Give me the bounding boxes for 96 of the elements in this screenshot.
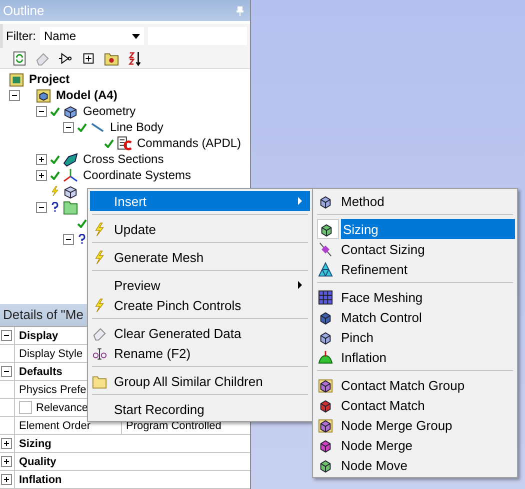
property-name: Physics Prefe xyxy=(19,384,86,396)
filter-dropdown[interactable]: Name xyxy=(40,27,144,46)
menu-item[interactable]: Face Meshing xyxy=(315,287,515,307)
contact-sizing-icon xyxy=(318,242,333,256)
sort-icon[interactable] xyxy=(127,50,142,66)
menu-item[interactable]: Pinch xyxy=(315,327,515,347)
question-icon xyxy=(77,234,87,244)
group-heading: Display xyxy=(19,330,58,342)
menu-item[interactable]: Insert xyxy=(90,191,310,211)
eraser-icon[interactable] xyxy=(35,50,50,66)
expand-toggle[interactable] xyxy=(0,474,12,485)
cube-icon xyxy=(318,194,333,208)
property-name: Relevance xyxy=(36,402,88,414)
submenu-arrow-icon xyxy=(298,281,302,289)
model-icon xyxy=(36,88,51,103)
cube-icon xyxy=(318,438,333,452)
check-icon xyxy=(77,218,87,228)
tree-item[interactable]: Project xyxy=(29,72,70,86)
tree-item[interactable]: Geometry xyxy=(83,104,136,118)
property-name: Display Style xyxy=(19,348,83,360)
check-icon xyxy=(50,170,60,180)
tree-item[interactable]: Model (A4) xyxy=(56,88,118,102)
cube-icon xyxy=(319,222,334,236)
group-heading: Inflation xyxy=(19,474,62,486)
menu-item[interactable]: Update xyxy=(90,219,310,239)
tree-item[interactable]: Cross Sections xyxy=(83,152,164,166)
cube-icon xyxy=(318,330,333,344)
panel-title: Details of "Me xyxy=(3,307,84,322)
tree-item[interactable]: Coordinate Systems xyxy=(83,168,192,182)
folder-icon xyxy=(92,374,107,388)
refresh-icon[interactable] xyxy=(12,50,27,66)
check-icon xyxy=(50,106,60,116)
menu-item[interactable]: Preview xyxy=(90,275,310,295)
collapse-toggle[interactable] xyxy=(63,122,74,133)
menu-item[interactable]: Contact Match xyxy=(315,395,515,415)
tree-item[interactable]: Line Body xyxy=(110,120,164,134)
cube-icon xyxy=(318,310,333,324)
commands-icon xyxy=(117,136,132,151)
expand-toggle[interactable] xyxy=(36,170,47,181)
menu-item[interactable]: Start Recording xyxy=(90,399,310,419)
checkbox[interactable] xyxy=(19,401,32,414)
filter-label: Filter: xyxy=(6,29,36,44)
project-icon xyxy=(9,72,24,87)
cube-icon xyxy=(318,378,333,392)
group-heading: Quality xyxy=(19,456,56,468)
inflation-icon xyxy=(318,350,333,364)
menu-item[interactable]: Rename (F2) xyxy=(90,343,310,363)
menu-item[interactable]: Contact Match Group xyxy=(315,375,515,395)
menu-item[interactable]: Group All Similar Children xyxy=(90,371,310,391)
folder-icon xyxy=(63,200,78,215)
cross-section-icon xyxy=(63,152,78,167)
menu-item[interactable]: Clear Generated Data xyxy=(90,323,310,343)
menu-item[interactable]: Match Control xyxy=(315,307,515,327)
cube-icon xyxy=(318,458,333,472)
collapse-toggle[interactable] xyxy=(0,366,12,377)
collapse-toggle[interactable] xyxy=(36,202,47,213)
question-icon xyxy=(50,202,60,212)
grid-icon xyxy=(318,290,333,304)
axes-icon xyxy=(63,168,78,183)
menu-item[interactable]: Inflation xyxy=(315,347,515,367)
menu-item[interactable]: Create Pinch Controls xyxy=(90,295,310,315)
check-icon xyxy=(77,122,87,132)
menu-item[interactable]: Node Move xyxy=(315,455,515,475)
menu-item[interactable]: Node Merge Group xyxy=(315,415,515,435)
dropdown-arrow-icon[interactable] xyxy=(132,34,140,39)
submenu-arrow-icon xyxy=(298,197,302,205)
panel-title: Outline xyxy=(3,3,44,18)
tree-item[interactable]: Commands (APDL) xyxy=(137,136,242,150)
expand-toggle[interactable] xyxy=(0,438,12,449)
cube-icon xyxy=(318,398,333,412)
cube-icon xyxy=(63,104,78,119)
gate-icon[interactable] xyxy=(58,50,73,66)
menu-item[interactable]: Contact Sizing xyxy=(315,239,515,259)
collapse-toggle[interactable] xyxy=(63,234,74,245)
group-heading: Sizing xyxy=(19,438,52,450)
triangle-mesh-icon xyxy=(318,262,333,276)
check-icon xyxy=(50,154,60,164)
expand-toggle[interactable] xyxy=(0,456,12,467)
property-value: Program Controlled xyxy=(126,420,222,432)
collapse-toggle[interactable] xyxy=(0,330,12,341)
menu-item[interactable]: Method xyxy=(315,191,515,211)
lightning-icon xyxy=(50,186,60,196)
expand-all-icon[interactable] xyxy=(81,50,96,66)
menu-item[interactable]: Node Merge xyxy=(315,435,515,455)
collapse-toggle[interactable] xyxy=(9,90,20,101)
cube-icon xyxy=(63,184,78,199)
rename-icon xyxy=(92,346,107,360)
check-icon xyxy=(104,138,114,148)
menu-item[interactable]: Refinement xyxy=(315,259,515,279)
group-heading: Defaults xyxy=(19,366,62,378)
cube-icon xyxy=(318,418,333,432)
menu-item[interactable]: Generate Mesh xyxy=(90,247,310,267)
folder-icon[interactable] xyxy=(104,50,119,66)
expand-toggle[interactable] xyxy=(36,154,47,165)
collapse-toggle[interactable] xyxy=(36,106,47,117)
property-name: Element Order xyxy=(19,420,91,432)
